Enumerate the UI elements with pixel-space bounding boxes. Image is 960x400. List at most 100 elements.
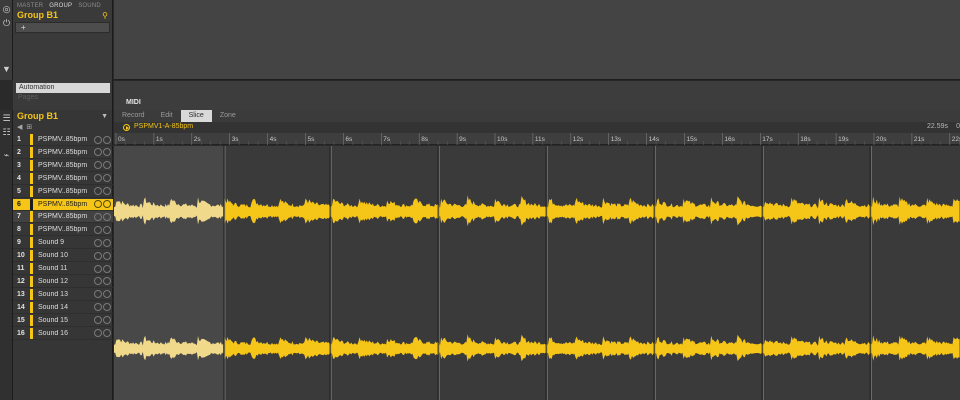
- search-icon[interactable]: ⚲: [102, 11, 108, 20]
- automation-button[interactable]: Automation: [16, 83, 110, 93]
- sound-color-bar: [30, 314, 33, 326]
- sound-row[interactable]: 12 Sound 12: [13, 275, 113, 288]
- mute-button[interactable]: [94, 225, 102, 234]
- solo-button[interactable]: [103, 251, 111, 260]
- group-list-title[interactable]: Group B1: [17, 111, 58, 121]
- sound-color-bar: [30, 263, 33, 274]
- sound-row[interactable]: 9 Sound 9: [13, 237, 113, 250]
- pad-grid-icon[interactable]: ⊞: [26, 123, 32, 131]
- solo-button[interactable]: [103, 303, 111, 312]
- sound-row[interactable]: 14 Sound 14: [13, 301, 113, 314]
- sound-number: 16: [17, 329, 25, 337]
- tab-master[interactable]: MASTER: [17, 3, 43, 9]
- waveform-view-icon[interactable]: ⌁: [1, 150, 12, 161]
- ruler-label: 14s: [649, 136, 660, 143]
- mute-button[interactable]: [94, 148, 102, 157]
- time-ruler[interactable]: 0s 1s 2s 3s 4s 5s 6s 7s 8s 9s 10s 11s 12s 13s 14s 15s 16…: [114, 133, 960, 145]
- solo-button[interactable]: [103, 264, 111, 273]
- add-plugin-slot[interactable]: +: [15, 22, 110, 33]
- sound-name: PSPMV..85bpm: [38, 174, 88, 182]
- mute-button[interactable]: [94, 329, 102, 337]
- sound-row[interactable]: 3 PSPMV..85bpm: [13, 159, 113, 172]
- solo-button[interactable]: [103, 200, 111, 208]
- tab-group[interactable]: GROUP: [49, 3, 72, 9]
- chevron-down-icon[interactable]: ▼: [101, 113, 108, 120]
- sound-row[interactable]: 10 Sound 10: [13, 250, 113, 263]
- solo-button[interactable]: [103, 290, 111, 299]
- tab-zone[interactable]: Zone: [212, 110, 244, 122]
- sound-row[interactable]: 7 PSPMV..85bpm: [13, 211, 113, 224]
- plugin-plug-icon[interactable]: ⏻: [1, 18, 12, 29]
- play-icon[interactable]: [123, 124, 130, 131]
- ruler-label: 2s: [194, 136, 202, 143]
- sound-row[interactable]: 1 PSPMV..85bpm: [13, 134, 113, 146]
- solo-button[interactable]: [103, 212, 111, 221]
- sound-number: 13: [17, 290, 25, 298]
- ruler-label: 19s: [838, 136, 849, 143]
- mute-button[interactable]: [94, 200, 102, 208]
- collapse-down-icon[interactable]: ▼: [1, 64, 12, 75]
- mute-button[interactable]: [94, 135, 102, 144]
- mute-button[interactable]: [94, 290, 102, 299]
- sound-row[interactable]: 2 PSPMV..85bpm: [13, 146, 113, 159]
- record-circle-icon[interactable]: ◎: [1, 4, 12, 15]
- midi-strip: MIDI: [114, 80, 960, 110]
- selected-slice-region[interactable]: [114, 146, 225, 400]
- tab-edit[interactable]: Edit: [153, 110, 181, 122]
- midi-label: MIDI: [126, 99, 141, 106]
- mute-button[interactable]: [94, 303, 102, 312]
- sound-number: 3: [17, 161, 21, 169]
- solo-button[interactable]: [103, 174, 111, 183]
- solo-button[interactable]: [103, 329, 111, 337]
- ruler-label: 8s: [421, 136, 429, 143]
- tab-record[interactable]: Record: [114, 110, 153, 122]
- ruler-label: 4s: [270, 136, 278, 143]
- sound-row[interactable]: 4 PSPMV..85bpm: [13, 172, 113, 185]
- mute-button[interactable]: [94, 187, 102, 196]
- sound-row[interactable]: 8 PSPMV..85bpm: [13, 224, 113, 237]
- editor-icon-strip: ☰ ☷ ⌁: [0, 110, 13, 400]
- solo-button[interactable]: [103, 135, 111, 144]
- waveform-display[interactable]: [114, 146, 960, 400]
- mute-button[interactable]: [94, 251, 102, 260]
- mute-button[interactable]: [94, 161, 102, 170]
- sound-color-bar: [30, 198, 33, 210]
- mute-button[interactable]: [94, 264, 102, 273]
- mute-button[interactable]: [94, 212, 102, 221]
- sound-number: 12: [17, 277, 25, 285]
- sound-number: 6: [17, 200, 21, 208]
- sound-color-bar: [30, 211, 33, 223]
- mute-button[interactable]: [94, 316, 102, 325]
- sound-row[interactable]: 6 PSPMV..85bpm: [13, 198, 113, 211]
- sound-name: Sound 9: [38, 239, 65, 247]
- ruler-label: 15s: [687, 136, 698, 143]
- tab-sound[interactable]: SOUND: [78, 3, 101, 9]
- mute-button[interactable]: [94, 277, 102, 286]
- solo-button[interactable]: [103, 161, 111, 170]
- solo-button[interactable]: [103, 148, 111, 157]
- sound-color-bar: [30, 172, 33, 184]
- solo-button[interactable]: [103, 238, 111, 247]
- sound-row[interactable]: 15 Sound 15: [13, 314, 113, 327]
- ruler-label: 10s: [497, 136, 508, 143]
- sound-row[interactable]: 11 Sound 11: [13, 263, 113, 275]
- sample-length: 22.59s: [926, 123, 948, 130]
- solo-button[interactable]: [103, 187, 111, 196]
- tab-slice[interactable]: Slice: [180, 110, 212, 122]
- pages-label[interactable]: Pages: [18, 94, 112, 101]
- group-sound-list: Group B1 ▼ ◀ ⊞ 1 PSPMV..85bpm 2 PSPMV..85bp…: [13, 110, 113, 400]
- back-arrow-icon[interactable]: ◀: [17, 123, 22, 131]
- list-view-icon[interactable]: ☰: [1, 113, 12, 124]
- sound-color-bar: [30, 134, 33, 145]
- solo-button[interactable]: [103, 316, 111, 325]
- mute-button[interactable]: [94, 174, 102, 183]
- sound-color-bar: [30, 146, 33, 158]
- grid-view-icon[interactable]: ☷: [1, 127, 12, 138]
- sound-color-bar: [30, 159, 33, 171]
- sound-row[interactable]: 16 Sound 16: [13, 327, 113, 340]
- sound-row[interactable]: 13 Sound 13: [13, 288, 113, 301]
- mute-button[interactable]: [94, 238, 102, 247]
- solo-button[interactable]: [103, 225, 111, 234]
- sound-row[interactable]: 5 PSPMV..85bpm: [13, 185, 113, 198]
- solo-button[interactable]: [103, 277, 111, 286]
